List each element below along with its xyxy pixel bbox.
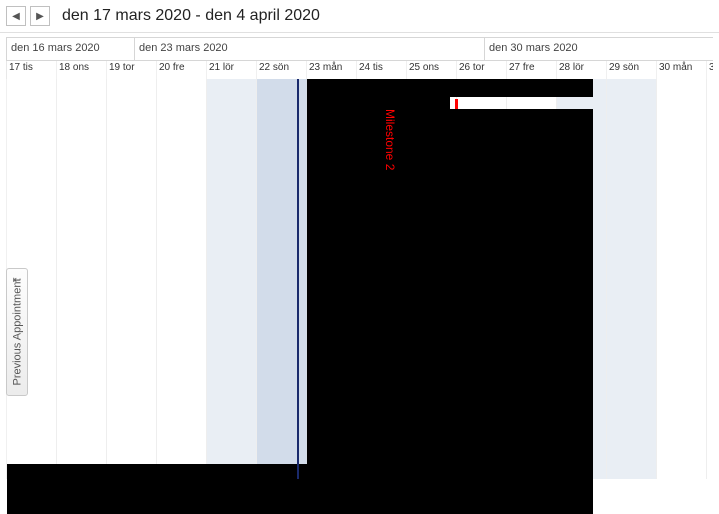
day-ruler: 17 tis18 ons19 tor20 fre21 lör22 sön23 m… <box>6 61 713 79</box>
chevron-left-icon: ◀ <box>12 11 20 22</box>
day-header: 27 fre <box>507 61 557 79</box>
day-header: 21 lör <box>207 61 257 79</box>
day-header: 28 lör <box>557 61 607 79</box>
timeline: den 16 mars 2020den 23 mars 2020den 30 m… <box>0 32 719 512</box>
day-header: 30 mån <box>657 61 707 79</box>
week-header: den 16 mars 2020 <box>7 38 135 60</box>
today-line <box>297 79 299 479</box>
day-header: 29 sön <box>607 61 657 79</box>
day-header: 31 tis <box>707 61 713 79</box>
week-ruler: den 16 mars 2020den 23 mars 2020den 30 m… <box>6 37 713 61</box>
header: ◀ ▶ den 17 mars 2020 - den 4 april 2020 <box>0 0 719 32</box>
day-column[interactable] <box>707 79 719 479</box>
milestone-label[interactable]: Milestone 2 <box>383 109 397 170</box>
day-column[interactable] <box>107 79 157 479</box>
appointment-block[interactable] <box>307 97 450 109</box>
week-header: den 30 mars 2020 <box>485 38 713 60</box>
next-button[interactable]: ▶ <box>30 6 50 26</box>
week-header: den 23 mars 2020 <box>135 38 485 60</box>
day-header: 23 mån <box>307 61 357 79</box>
today-band <box>257 79 307 479</box>
day-header: 26 tor <box>457 61 507 79</box>
day-header: 22 sön <box>257 61 307 79</box>
prev-button[interactable]: ◀ <box>6 6 26 26</box>
day-column[interactable] <box>57 79 107 479</box>
previous-appointment-label: Previous Appointment <box>11 278 23 385</box>
date-range-title: den 17 mars 2020 - den 4 april 2020 <box>62 7 320 25</box>
day-header: 20 fre <box>157 61 207 79</box>
previous-appointment-button[interactable]: ⇤ Previous Appointment <box>6 268 28 396</box>
milestone-marker[interactable] <box>455 99 458 109</box>
timeline-grid[interactable]: Milestone 2 <box>6 79 713 479</box>
day-column[interactable] <box>207 79 257 479</box>
day-column[interactable] <box>657 79 707 479</box>
appointment-block[interactable] <box>7 464 593 514</box>
chevron-right-icon: ▶ <box>36 11 44 22</box>
appointment-block[interactable] <box>307 109 593 464</box>
day-header: 17 tis <box>7 61 57 79</box>
day-column[interactable] <box>157 79 207 479</box>
day-header: 24 tis <box>357 61 407 79</box>
day-header: 19 tor <box>107 61 157 79</box>
appointment-block[interactable] <box>307 79 593 97</box>
day-header: 18 ons <box>57 61 107 79</box>
day-column[interactable] <box>607 79 657 479</box>
day-header: 25 ons <box>407 61 457 79</box>
